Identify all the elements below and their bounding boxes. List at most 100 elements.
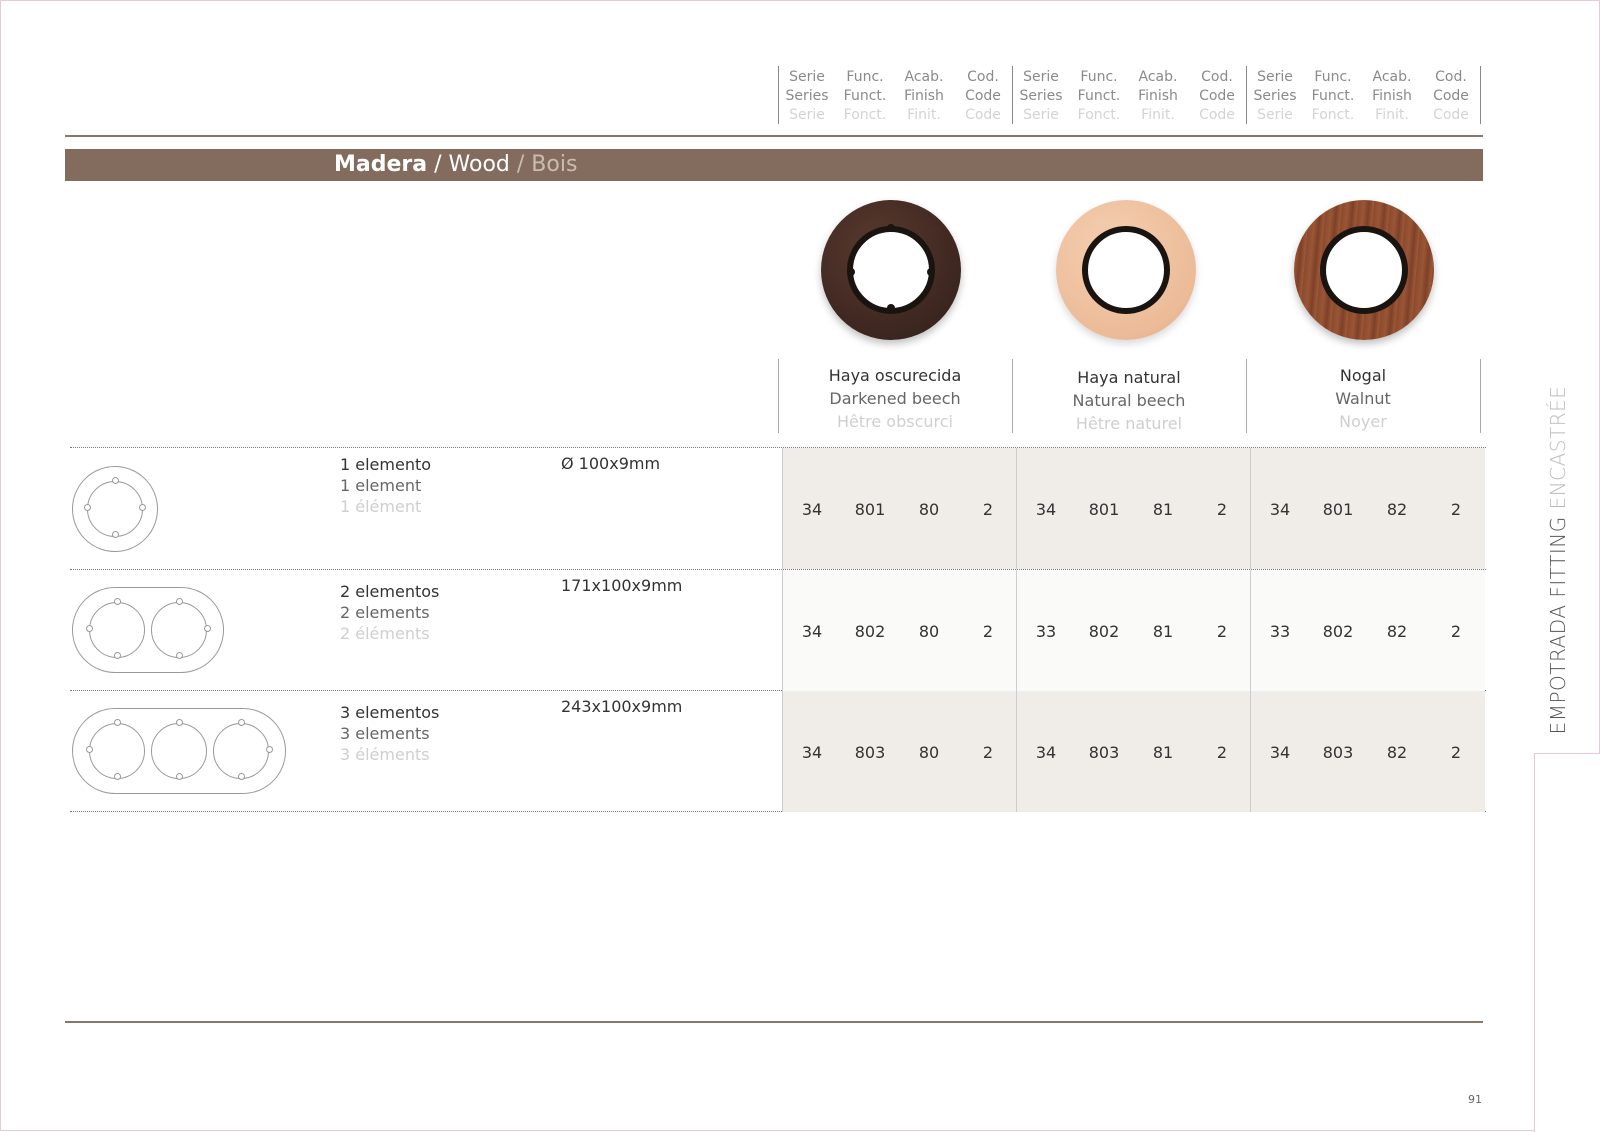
code-serie: 34	[1035, 743, 1057, 762]
code-cod: 2	[1216, 500, 1228, 519]
element-label: 1 elemento 1 element 1 élément	[340, 454, 431, 517]
finish-name-es: Nogal	[1339, 366, 1387, 385]
code-cod: 2	[982, 622, 994, 641]
frame-opening	[151, 723, 207, 779]
header-serie-fr: Serie	[1257, 107, 1293, 123]
dimensions: Ø 100x9mm	[561, 454, 661, 473]
swatch-darkened-beech	[821, 200, 961, 340]
element-label-fr: 1 élément	[340, 497, 422, 516]
frame-opening	[89, 602, 145, 658]
header-func-es: Func.	[1314, 69, 1352, 85]
element-label-en: 2 elements	[340, 603, 430, 622]
column-header-func: Func. Funct. Fonct.	[1070, 68, 1128, 125]
bottom-rule	[65, 1021, 1483, 1023]
header-acab-es: Acab.	[904, 69, 944, 85]
finish-name-es: Haya oscurecida	[828, 366, 962, 385]
side-tab-label: EMPOTRADA FITTING ENCASTRÉE	[1546, 386, 1570, 735]
column-header-serie: Serie Series Serie	[1246, 68, 1304, 125]
code-func: 802	[1322, 622, 1354, 641]
dimensions: 171x100x9mm	[561, 576, 683, 595]
header-acab-fr: Finit.	[1375, 107, 1409, 123]
header-serie-en: Series	[1253, 88, 1297, 104]
finish-name-darkened-beech: Haya oscurecida Darkened beech Hêtre obscu…	[778, 364, 1012, 433]
code-func: 801	[1322, 500, 1354, 519]
finish-name-es: Haya natural	[1077, 368, 1181, 387]
side-tab-label-dark: EMPOTRADA FITTING	[1546, 516, 1570, 735]
page-number: 91	[1468, 1093, 1482, 1106]
column-header-cod: Cod. Code Code	[1422, 68, 1480, 125]
header-acab-es: Acab.	[1138, 69, 1178, 85]
code-cell: 34 801 82 2	[1250, 448, 1485, 569]
code-acab: 82	[1386, 622, 1408, 641]
column-header-serie: Serie Series Serie	[778, 68, 836, 125]
code-cod: 2	[982, 500, 994, 519]
code-cell: 34 802 80 2	[782, 570, 1017, 691]
element-label-es: 3 elementos	[340, 703, 440, 722]
column-header-cod: Cod. Code Code	[1188, 68, 1246, 125]
header-serie-es: Serie	[1023, 69, 1059, 85]
frame-pip	[266, 746, 273, 753]
swatch-opening	[1082, 226, 1170, 314]
code-acab: 80	[918, 622, 940, 641]
header-func-es: Func.	[846, 69, 884, 85]
header-cod-es: Cod.	[967, 69, 999, 85]
fixing-dot	[847, 268, 855, 276]
code-func: 802	[1088, 622, 1120, 641]
column-header-func: Func. Funct. Fonct.	[836, 68, 894, 125]
code-serie: 34	[1269, 500, 1291, 519]
code-serie: 34	[1035, 500, 1057, 519]
code-serie: 34	[1269, 743, 1291, 762]
header-cod-fr: Code	[965, 107, 1001, 123]
frame-pip	[176, 719, 183, 726]
finish-name-en: Darkened beech	[829, 389, 961, 408]
header-acab-fr: Finit.	[1141, 107, 1175, 123]
section-title-separator: /	[509, 152, 532, 177]
header-cod-fr: Code	[1199, 107, 1235, 123]
finish-name-fr: Hêtre obscurci	[837, 412, 953, 431]
fixing-dot	[887, 224, 895, 232]
frame-opening	[89, 723, 145, 779]
code-acab: 80	[918, 500, 940, 519]
code-cod: 2	[1450, 743, 1462, 762]
column-header-acab: Acab. Finish Finit.	[895, 68, 953, 125]
code-func: 801	[1088, 500, 1120, 519]
finish-name-en: Walnut	[1335, 389, 1391, 408]
code-func: 803	[1322, 743, 1354, 762]
element-label-en: 1 element	[340, 476, 422, 495]
code-func: 803	[1088, 743, 1120, 762]
finish-name-fr: Noyer	[1339, 412, 1387, 431]
header-cod-en: Code	[965, 88, 1001, 104]
code-cod: 2	[982, 743, 994, 762]
finish-name-fr: Hêtre naturel	[1075, 414, 1183, 433]
column-header-cod: Cod. Code Code	[954, 68, 1012, 125]
column-header-serie: Serie Series Serie	[1012, 68, 1070, 125]
code-cell: 34 801 80 2	[782, 448, 1017, 569]
header-cod-en: Code	[1199, 88, 1235, 104]
code-cell: 33 802 82 2	[1250, 570, 1485, 691]
code-serie: 34	[801, 622, 823, 641]
code-func: 802	[854, 622, 886, 641]
header-serie-es: Serie	[1257, 69, 1293, 85]
frame-pip	[176, 598, 183, 605]
side-tab-label-light: ENCASTRÉE	[1546, 385, 1570, 517]
header-func-en: Funct.	[1077, 88, 1121, 104]
column-header-divider	[1480, 66, 1481, 124]
code-serie: 33	[1035, 622, 1057, 641]
code-acab: 81	[1152, 622, 1174, 641]
section-title: Madera / Wood / Bois	[334, 151, 577, 179]
header-acab-es: Acab.	[1372, 69, 1412, 85]
code-cell: 33 802 81 2	[1016, 570, 1251, 691]
frame-pip	[114, 598, 121, 605]
frame-pip	[114, 652, 121, 659]
header-func-fr: Fonct.	[843, 107, 887, 123]
section-title-es: Madera	[334, 152, 428, 177]
code-serie: 34	[801, 743, 823, 762]
frame-pip	[86, 625, 93, 632]
frame-pip	[84, 504, 91, 511]
code-cell: 34 803 82 2	[1250, 691, 1485, 812]
element-label-en: 3 elements	[340, 724, 430, 743]
code-acab: 80	[918, 743, 940, 762]
header-func-es: Func.	[1080, 69, 1118, 85]
fixing-dot	[887, 304, 895, 312]
frame-pip	[86, 746, 93, 753]
